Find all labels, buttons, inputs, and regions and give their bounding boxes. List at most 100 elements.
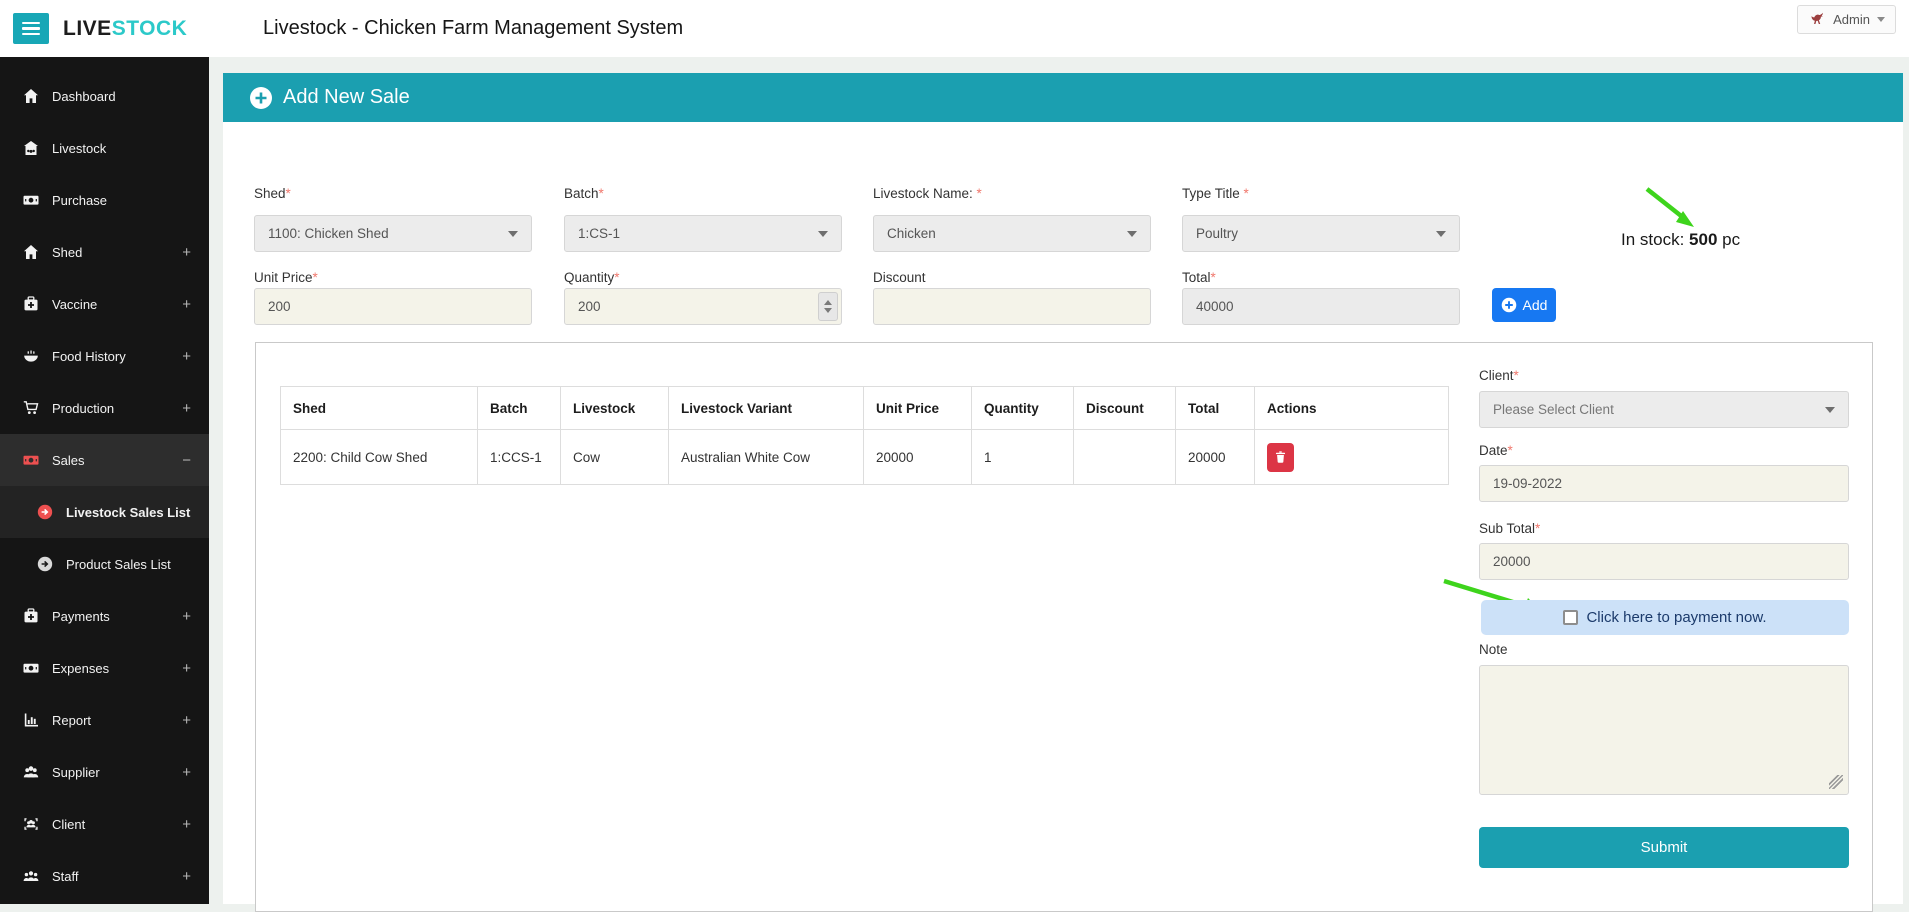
sidebar-item-supplier[interactable]: Supplier +: [0, 746, 209, 798]
date-label: Date*: [1479, 443, 1513, 458]
users-icon: [22, 764, 39, 781]
sidebar-item-shed[interactable]: Shed +: [0, 226, 209, 278]
unit-price-label: Unit Price*: [254, 270, 318, 285]
shed-select[interactable]: 1100: Chicken Shed: [254, 215, 532, 252]
cell-actions: [1255, 430, 1449, 485]
livestock-name-select[interactable]: Chicken: [873, 215, 1151, 252]
payment-checkbox[interactable]: [1563, 610, 1578, 625]
note-textarea[interactable]: [1479, 665, 1849, 795]
sidebar-item-client[interactable]: Client +: [0, 798, 209, 850]
sidebar-item-production[interactable]: Production +: [0, 382, 209, 434]
total-label: Total*: [1182, 270, 1216, 285]
unit-price-input[interactable]: [254, 288, 532, 325]
type-title-label: Type Title *: [1182, 186, 1249, 201]
plus-circle-icon: [1501, 297, 1517, 313]
sidebar-item-food-history[interactable]: Food History +: [0, 330, 209, 382]
sidebar-item-sales[interactable]: Sales −: [0, 434, 209, 486]
sub-total-input[interactable]: [1479, 543, 1849, 580]
delete-row-button[interactable]: [1267, 443, 1294, 472]
col-header-actions: Actions: [1255, 387, 1449, 430]
medkit-icon: [22, 296, 39, 313]
sidebar-item-livestock[interactable]: Livestock: [0, 122, 209, 174]
admin-dropdown[interactable]: Admin: [1797, 5, 1896, 34]
note-label: Note: [1479, 642, 1508, 657]
discount-label: Discount: [873, 270, 926, 285]
brand-live: LIVE: [63, 17, 112, 41]
home-icon: [22, 88, 39, 105]
sidebar-item-dashboard[interactable]: Dashboard: [0, 70, 209, 122]
plus-circle-icon: [249, 86, 273, 110]
chevron-down-icon: [1436, 231, 1446, 237]
add-new-sale-panel: Add New Sale Shed* Batch* Livestock Name…: [223, 73, 1903, 904]
chart-icon: [22, 712, 39, 729]
sidebar-item-staff[interactable]: Staff +: [0, 850, 209, 902]
quantity-stepper[interactable]: [818, 292, 838, 321]
rooster-icon: [1808, 11, 1826, 29]
quantity-input[interactable]: [564, 288, 842, 325]
users-group-icon: [22, 816, 39, 833]
col-header-unit-price: Unit Price: [864, 387, 972, 430]
chevron-down-icon: [1877, 17, 1885, 22]
brand-stock: STOCK: [112, 17, 188, 41]
col-header-batch: Batch: [478, 387, 561, 430]
date-input[interactable]: [1479, 465, 1849, 502]
chevron-down-icon: [1825, 407, 1835, 413]
food-icon: [22, 348, 39, 365]
sidebar-item-expenses[interactable]: Expenses +: [0, 642, 209, 694]
col-header-livestock-variant: Livestock Variant: [669, 387, 864, 430]
home-icon: [22, 244, 39, 261]
submit-button[interactable]: Submit: [1479, 827, 1849, 868]
type-title-select[interactable]: Poultry: [1182, 215, 1460, 252]
col-header-discount: Discount: [1074, 387, 1176, 430]
green-arrow-icon: [1643, 186, 1703, 236]
topbar: LIVESTOCK Livestock - Chicken Farm Manag…: [0, 0, 1909, 57]
brand-logo: LIVESTOCK: [63, 0, 187, 57]
arrow-circle-icon: [36, 556, 53, 573]
cell-livestock: Cow: [561, 430, 669, 485]
hamburger-menu-icon[interactable]: [13, 13, 49, 44]
people-icon: [22, 868, 39, 885]
col-header-shed: Shed: [281, 387, 478, 430]
arrow-circle-icon: [36, 504, 53, 521]
cell-unit-price: 20000: [864, 430, 972, 485]
cell-livestock-variant: Australian White Cow: [669, 430, 864, 485]
panel-title: Add New Sale: [283, 86, 410, 109]
client-label: Client*: [1479, 368, 1519, 383]
payment-checkbox-label[interactable]: Click here to payment now.: [1586, 609, 1766, 626]
add-button[interactable]: Add: [1492, 288, 1556, 322]
sidebar-item-vaccine[interactable]: Vaccine +: [0, 278, 209, 330]
in-stock-text: In stock: 500 pc: [1621, 230, 1740, 250]
client-select[interactable]: Please Select Client: [1479, 391, 1849, 428]
col-header-total: Total: [1176, 387, 1255, 430]
chevron-down-icon: [1127, 231, 1137, 237]
sidebar-item-payments[interactable]: Payments +: [0, 590, 209, 642]
panel-header: Add New Sale: [223, 73, 1903, 122]
sidebar-item-report[interactable]: Report +: [0, 694, 209, 746]
chevron-down-icon: [508, 231, 518, 237]
cell-discount: [1074, 430, 1176, 485]
money-icon: [22, 660, 39, 677]
sale-items-table: Shed Batch Livestock Livestock Variant U…: [280, 386, 1449, 485]
barn-icon: [22, 140, 39, 157]
livestock-name-label: Livestock Name: *: [873, 186, 982, 201]
sidebar-item-purchase[interactable]: Purchase: [0, 174, 209, 226]
trash-icon: [1274, 450, 1287, 464]
admin-label: Admin: [1833, 12, 1870, 27]
page-title: Livestock - Chicken Farm Management Syst…: [263, 0, 683, 57]
col-header-quantity: Quantity: [972, 387, 1074, 430]
batch-label: Batch*: [564, 186, 604, 201]
discount-input[interactable]: [873, 288, 1151, 325]
sidebar-item-product-sales-list[interactable]: Product Sales List: [0, 538, 209, 590]
col-header-livestock: Livestock: [561, 387, 669, 430]
money-icon: [22, 452, 39, 469]
table-row: 2200: Child Cow Shed 1:CCS-1 Cow Austral…: [281, 430, 1449, 485]
payment-now-toggle[interactable]: Click here to payment now.: [1481, 600, 1849, 635]
quantity-label: Quantity*: [564, 270, 620, 285]
panel-body: Shed* Batch* Livestock Name: * Type Titl…: [223, 122, 1903, 904]
total-input[interactable]: [1182, 288, 1460, 325]
sidebar: Dashboard Livestock Purchase Shed + Vacc…: [0, 57, 209, 904]
shed-label: Shed*: [254, 186, 291, 201]
sidebar-item-livestock-sales-list[interactable]: Livestock Sales List: [0, 486, 209, 538]
sub-total-label: Sub Total*: [1479, 521, 1540, 536]
batch-select[interactable]: 1:CS-1: [564, 215, 842, 252]
